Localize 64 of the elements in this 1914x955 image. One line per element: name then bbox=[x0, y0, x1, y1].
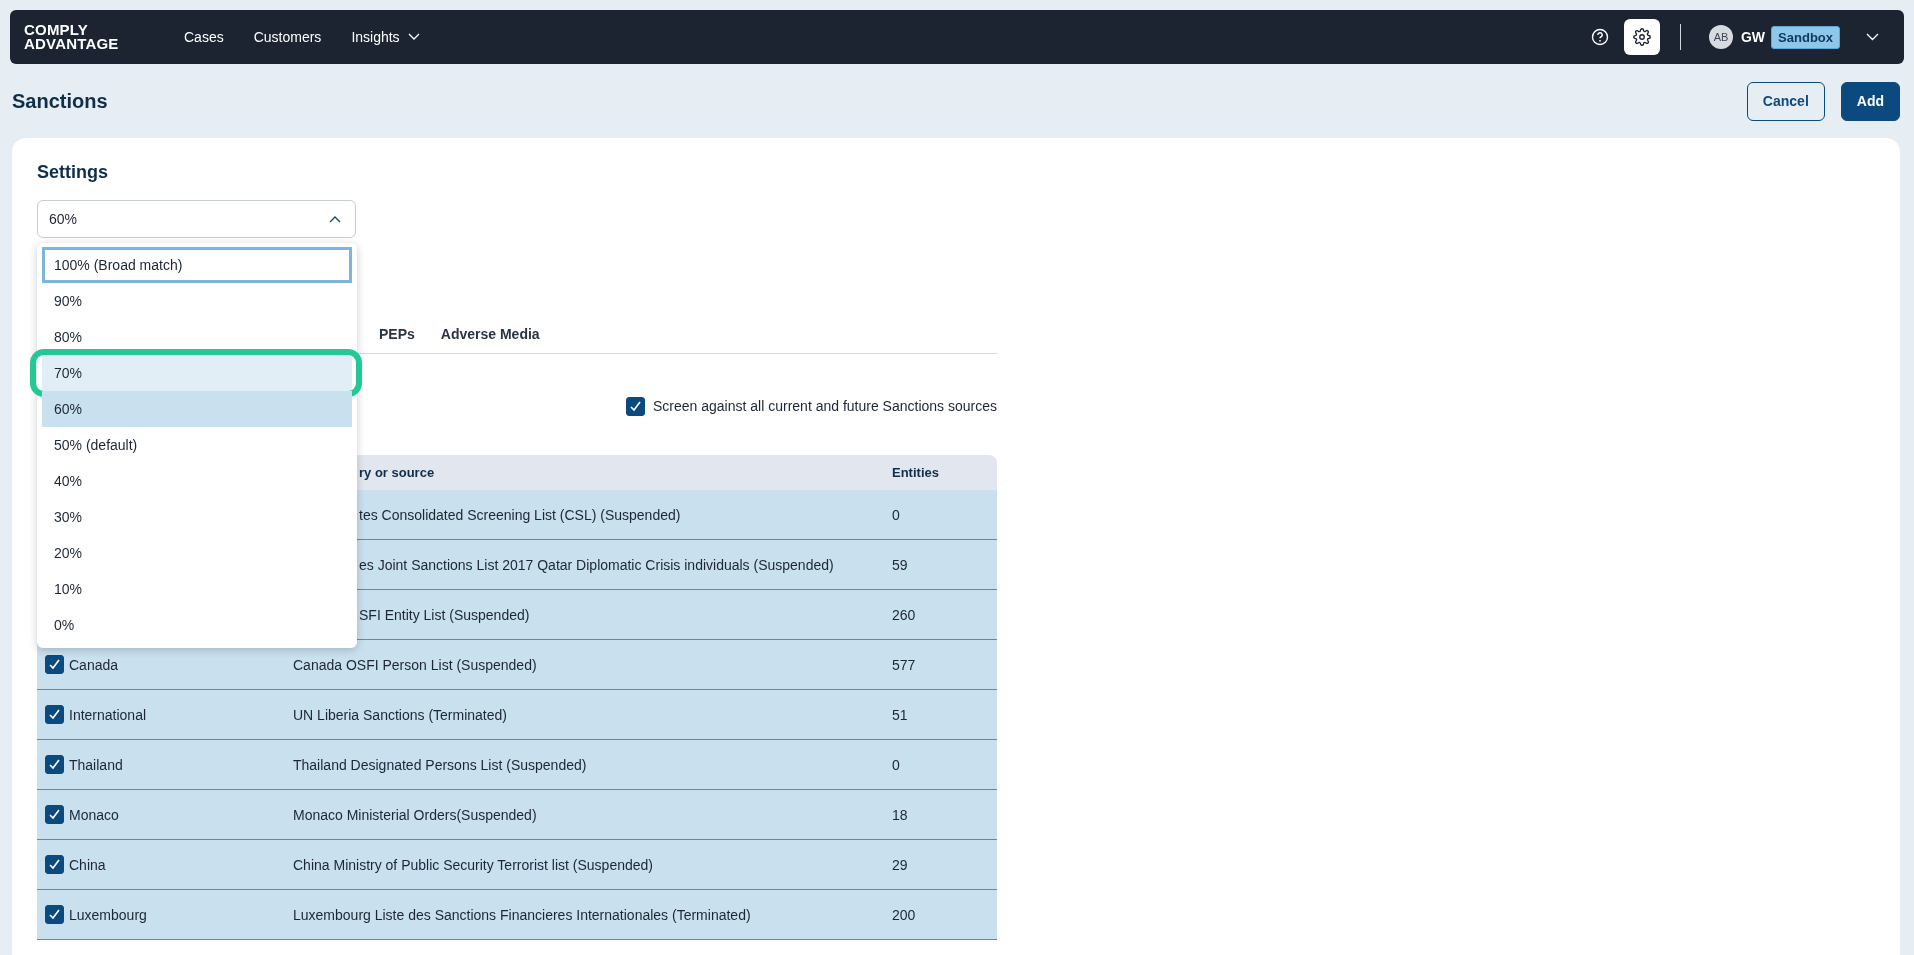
add-button[interactable]: Add bbox=[1840, 81, 1900, 121]
table-cell-text: China bbox=[69, 856, 107, 873]
checkbox[interactable] bbox=[45, 655, 64, 674]
user-avatar[interactable]: AB bbox=[1709, 25, 1733, 49]
checkbox[interactable] bbox=[626, 396, 645, 416]
checkbox[interactable] bbox=[45, 755, 64, 774]
table-cell-text: es Joint Sanctions List 2017 Qatar Diplomatic Crisis individuals (Suspended) bbox=[358, 556, 835, 573]
checkbox[interactable] bbox=[45, 905, 64, 924]
table-cell-text: UN Liberia Sanctions (Terminated) bbox=[293, 706, 508, 723]
check-icon bbox=[48, 808, 61, 821]
table-cell-text: 0 bbox=[892, 506, 901, 523]
check-icon bbox=[48, 908, 61, 921]
table-cell-text: 59 bbox=[892, 556, 909, 573]
chevron-down-icon bbox=[1865, 33, 1879, 41]
checkbox[interactable] bbox=[45, 855, 64, 874]
table-cell-text: Thailand bbox=[69, 756, 124, 773]
table-cell-text: Monaco bbox=[69, 806, 120, 823]
checkbox[interactable] bbox=[45, 705, 64, 724]
table-cell-text: Canada bbox=[69, 656, 120, 673]
table-cell-text: 29 bbox=[892, 856, 909, 873]
cancel-button[interactable]: Cancel bbox=[1746, 81, 1825, 121]
table-cell-text: 577 bbox=[892, 656, 917, 673]
settings-icon bbox=[1633, 28, 1651, 46]
user-initials: GW bbox=[1741, 29, 1766, 45]
table-cell-text: 18 bbox=[892, 806, 909, 823]
table-cell-text: Thailand Designated Persons List (Suspended) bbox=[293, 756, 588, 773]
table-cell-text: SFI Entity List (Suspended) bbox=[358, 606, 531, 623]
check-icon bbox=[48, 858, 61, 871]
nav-link[interactable]: Insights bbox=[351, 23, 420, 51]
table-cell-text: 51 bbox=[892, 706, 909, 723]
help-icon bbox=[1591, 28, 1609, 46]
table-cell-text: China Ministry of Public Security Terrorist list (Suspended) bbox=[293, 856, 654, 873]
checkbox-label: Screen against all current and future Sanctions sources bbox=[653, 398, 997, 414]
table-cell-text: Luxembourg Liste des Sanctions Financieres Internationales (Terminated) bbox=[293, 906, 752, 923]
table-cell-text: Monaco Ministerial Orders(Suspended) bbox=[293, 806, 538, 823]
check-icon bbox=[48, 758, 61, 771]
chevron-down-icon bbox=[407, 33, 420, 41]
tab[interactable]: PEPs bbox=[379, 316, 415, 354]
column-header: ry or source bbox=[358, 465, 436, 480]
table-cell-text: Luxembourg bbox=[69, 906, 148, 923]
checkbox[interactable] bbox=[45, 805, 64, 824]
dropdown-option[interactable]: 70% bbox=[42, 355, 352, 391]
chevron-up-icon bbox=[329, 215, 341, 223]
table-cell-text: 260 bbox=[892, 606, 917, 623]
threshold-select[interactable]: 60% bbox=[37, 200, 356, 238]
table-cell-text: tes Consolidated Screening List (CSL) (Suspended) bbox=[358, 506, 682, 523]
table-cell-text: 0 bbox=[892, 756, 901, 773]
table-cell-text: Canada OSFI Person List (Suspended) bbox=[293, 656, 538, 673]
table-cell-text: International bbox=[69, 706, 148, 723]
dropdown-option[interactable]: 100% (Broad match) bbox=[42, 247, 352, 283]
check-icon bbox=[629, 399, 642, 413]
logo[interactable]: COMPLY ADVANTAGE bbox=[24, 23, 184, 51]
page-title: Sanctions bbox=[12, 89, 109, 113]
environment-badge: Sandbox bbox=[1771, 25, 1840, 49]
dropdown-option[interactable]: 60% bbox=[42, 391, 352, 427]
tab[interactable]: Adverse Media bbox=[440, 316, 540, 354]
settings-button[interactable] bbox=[1624, 19, 1660, 55]
table-cell-text: 200 bbox=[892, 906, 917, 923]
nav-link[interactable]: Cases bbox=[184, 23, 224, 51]
check-icon bbox=[48, 658, 61, 671]
section-heading: Settings bbox=[37, 162, 109, 183]
check-icon bbox=[48, 708, 61, 721]
column-header: Entities bbox=[892, 465, 940, 480]
nav-link[interactable]: Customers bbox=[253, 23, 322, 51]
